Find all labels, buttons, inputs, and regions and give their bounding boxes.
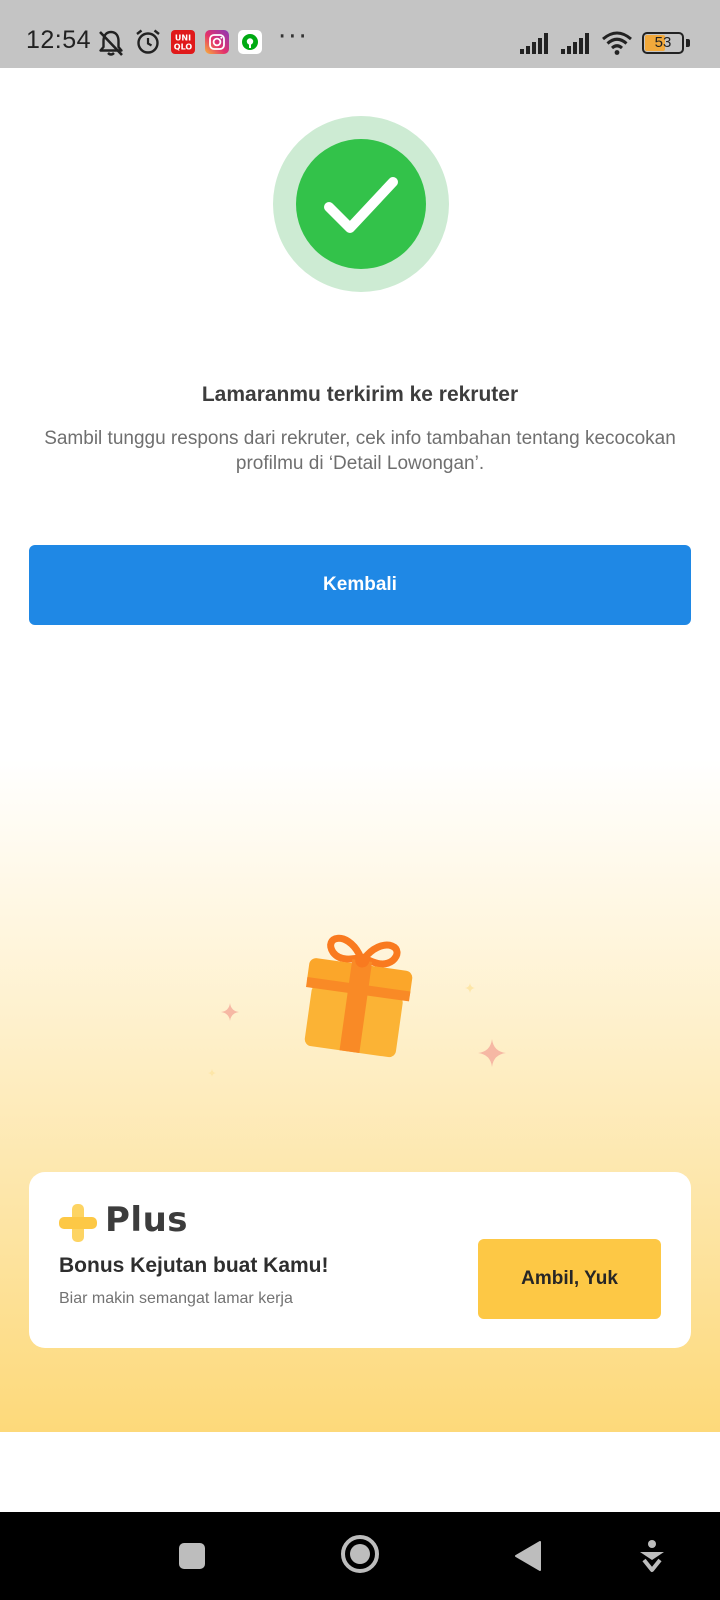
wifi-icon [601,30,633,61]
sparkle-icon [208,1064,216,1082]
mute-notification-icon [96,28,126,63]
battery-level: 53 [654,34,672,51]
accessibility-icon[interactable] [630,1534,674,1583]
claim-bonus-button[interactable]: Ambil, Yuk [478,1239,661,1319]
more-dots-icon: ··· [278,22,309,52]
promo-subtitle: Biar makin semangat lamar kerja [59,1290,293,1307]
alarm-icon [134,28,162,61]
battery-tip [686,39,690,47]
uniqlo-app-icon: UNI QLO [171,30,195,59]
sparkle-icon [478,1039,506,1072]
uniqlo-top-text: UNI [175,34,191,43]
success-title: Lamaranmu terkirim ke rekruter [201,383,519,406]
back-triangle-icon[interactable] [504,1532,552,1585]
signal-icon [561,32,595,59]
instagram-app-icon [205,30,229,59]
sparkle-icon [221,1003,239,1026]
plus-logo-text: Plus [105,1200,189,1240]
plus-cross-icon [59,1204,97,1247]
gift-icon [285,932,425,1077]
sparkle-icon [465,980,475,998]
navigation-bar [0,1512,720,1600]
recents-square-icon[interactable] [168,1532,216,1585]
success-description: Sambil tunggu respons dari rekruter, cek… [44,428,676,474]
status-bar: 12:54 UNI QLO ··· 53 [0,0,720,68]
back-button[interactable]: Kembali [29,545,691,625]
battery-icon: 53 [642,32,684,54]
home-circle-icon[interactable] [336,1530,384,1583]
plus-promo-card: Plus Bonus Kejutan buat Kamu! Biar makin… [29,1172,691,1348]
signal-icon [520,32,554,59]
status-time: 12:54 [26,26,92,54]
check-circle-icon [296,139,426,269]
gojek-app-icon [238,30,262,59]
promo-title: Bonus Kejutan buat Kamu! [59,1254,329,1277]
uniqlo-bottom-text: QLO [174,43,193,52]
